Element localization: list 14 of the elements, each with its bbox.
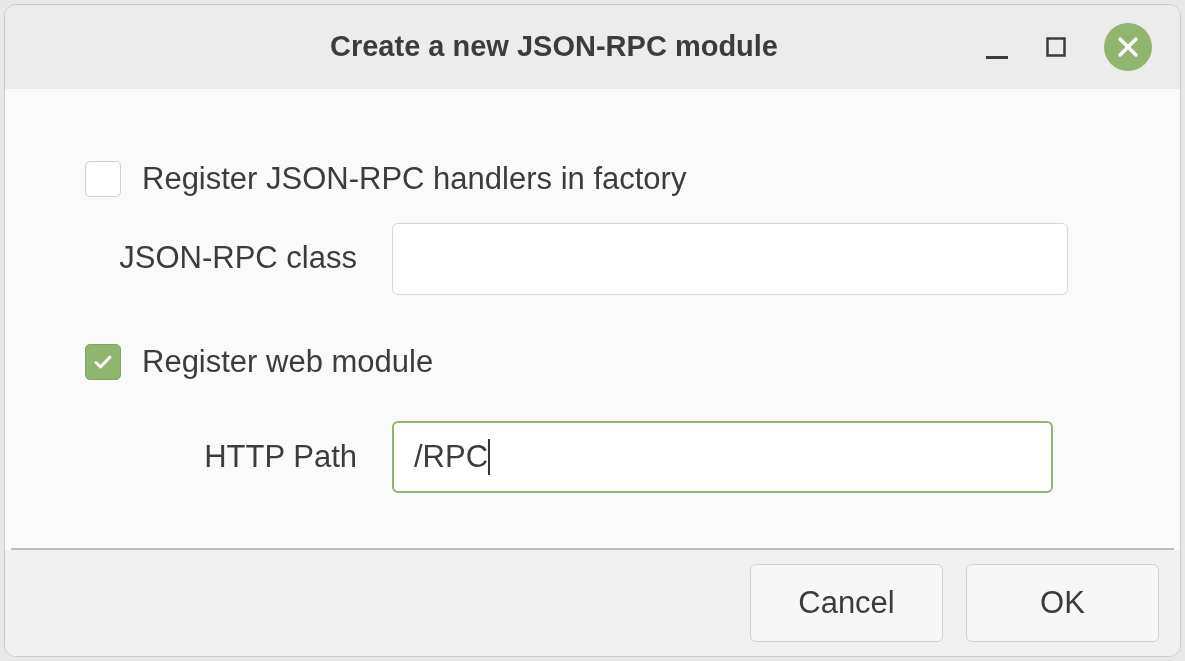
checkbox[interactable] <box>85 343 121 380</box>
checkbox-label: Register JSON-RPC handlers in factory <box>142 160 687 198</box>
window-title: Create a new JSON-RPC module <box>330 29 778 65</box>
minimize-icon[interactable] <box>986 56 1008 60</box>
close-icon[interactable] <box>1104 23 1152 71</box>
field-label: HTTP Path <box>204 437 357 476</box>
text-field[interactable] <box>392 222 1068 295</box>
checkbox-label: Register web module <box>142 342 434 381</box>
checkbox[interactable] <box>85 161 121 198</box>
text-field[interactable]: /RPC <box>392 421 1053 493</box>
field-label: JSON-RPC class <box>119 239 357 278</box>
maximize-icon[interactable] <box>1046 37 1066 57</box>
cancel-button[interactable]: Cancel <box>750 564 943 642</box>
ok-button[interactable]: OK <box>966 564 1159 642</box>
